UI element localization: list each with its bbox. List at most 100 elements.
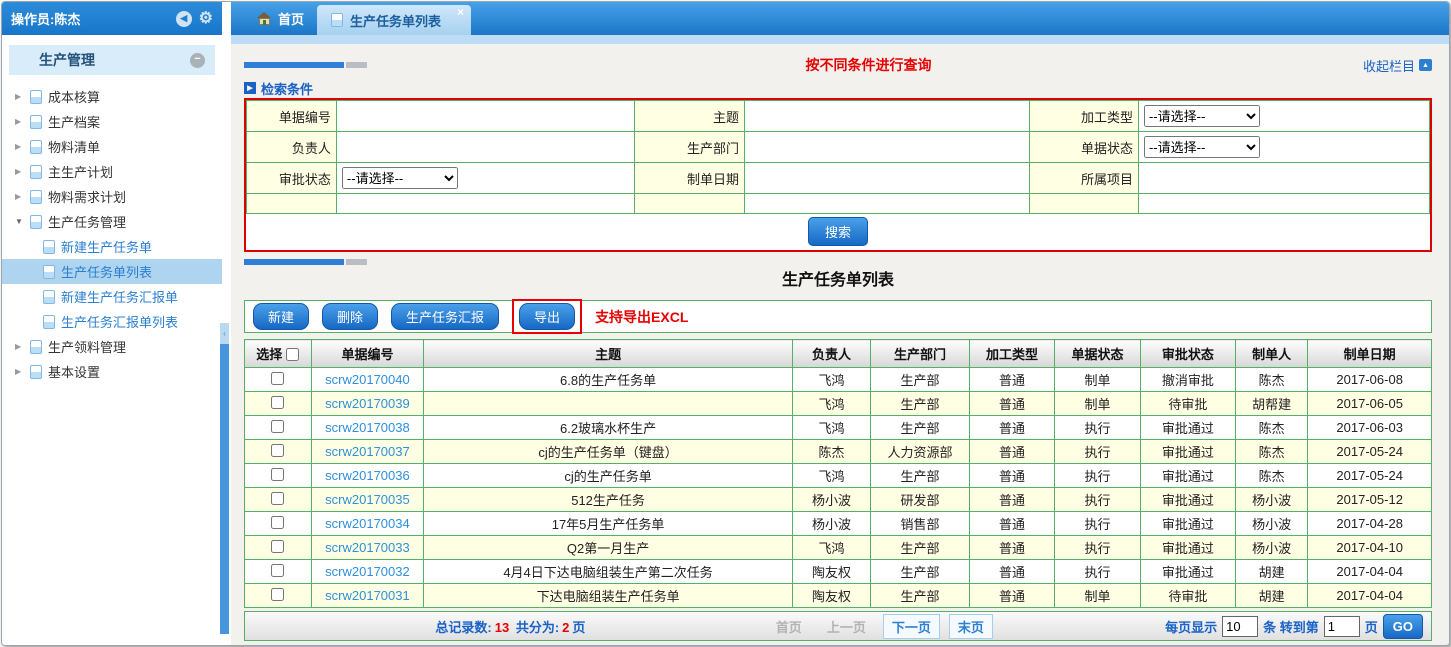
sidebar-item[interactable]: ▶主生产计划 [2,159,222,184]
cell-owner: 杨小波 [792,512,870,536]
sidebar-item[interactable]: ▶生产领料管理 [2,334,222,359]
project-input[interactable] [1142,166,1426,190]
doc-status-select[interactable]: --请选择-- [1144,136,1260,158]
select-all-checkbox[interactable] [286,348,299,361]
search-button[interactable]: 搜索 [808,217,868,246]
cell-date: 2017-06-05 [1308,392,1432,416]
row-checkbox[interactable] [271,372,284,385]
doc-link[interactable]: scrw20170037 [325,444,410,459]
sidebar-section-header[interactable]: 生产管理 − [9,45,215,75]
new-button[interactable]: 新建 [253,303,309,330]
cell-creator: 陈杰 [1235,440,1307,464]
sidebar-subitem[interactable]: 生产任务单列表 [2,259,222,284]
cell-approval: 审批通过 [1140,560,1235,584]
field-label-owner: 负责人 [247,132,337,163]
sidebar-item[interactable]: ▶生产档案 [2,109,222,134]
subject-input[interactable] [748,104,1026,128]
page-nav-link: 上一页 [819,615,874,638]
doc-link[interactable]: scrw20170038 [325,420,410,435]
page-number-input[interactable] [1324,616,1360,637]
collapse-sidebar-icon[interactable]: ◀ [176,11,192,27]
document-icon [30,115,42,129]
doc-link[interactable]: scrw20170031 [325,588,410,603]
process-type-select[interactable]: --请选择-- [1144,105,1260,127]
gear-icon[interactable]: ⚙ [199,11,213,27]
row-checkbox[interactable] [271,444,284,457]
collapse-section-icon[interactable]: − [190,53,205,68]
sidebar-item-label: 基本设置 [48,362,100,381]
sidebar-item[interactable]: ▶基本设置 [2,359,222,384]
select-cell [245,416,312,440]
search-section-header[interactable]: ▶ 检索条件 [244,78,1432,98]
sidebar-item[interactable]: ▶物料需求计划 [2,184,222,209]
row-checkbox[interactable] [271,420,284,433]
sidebar-subitem[interactable]: 新建生产任务单 [2,234,222,259]
cell-dept: 生产部 [871,584,970,608]
doc-link[interactable]: scrw20170036 [325,468,410,483]
per-page-label: 每页显示 [1165,617,1217,636]
cell-status: 制单 [1055,392,1141,416]
sidebar-scroll-notch[interactable]: ‹ [220,323,229,344]
row-checkbox[interactable] [271,516,284,529]
go-button[interactable]: GO [1383,614,1423,639]
doc-link[interactable]: scrw20170035 [325,492,410,507]
document-icon [43,240,55,254]
cell-status: 制单 [1055,584,1141,608]
tab-task-list[interactable]: 生产任务单列表 × [317,5,471,35]
sidebar-item-label: 生产领料管理 [48,337,126,356]
create-date-input[interactable] [748,166,1026,190]
sidebar-item-label: 主生产计划 [48,162,113,181]
doc-link[interactable]: scrw20170034 [325,516,410,531]
doc-no-cell: scrw20170036 [311,464,424,488]
row-checkbox[interactable] [271,588,284,601]
field-label-doc-status: 单据状态 [1030,132,1139,163]
doc-link[interactable]: scrw20170040 [325,372,410,387]
column-header-0: 选择 [245,340,312,368]
sidebar-item[interactable]: ▶物料清单 [2,134,222,159]
cell-status: 执行 [1055,536,1141,560]
search-panel: 单据编号主题加工类型--请选择--负责人生产部门单据状态--请选择--审批状态-… [244,98,1432,252]
row-checkbox[interactable] [271,564,284,577]
cell-subject [424,392,792,416]
approval-status-select[interactable]: --请选择-- [342,167,458,189]
table-row: scrw20170039飞鸿生产部普通制单待审批胡帮建2017-06-05 [245,392,1432,416]
page-nav-link[interactable]: 下一页 [883,614,940,639]
dept-input[interactable] [748,135,1026,159]
collapse-panel-link[interactable]: 收起栏目 ▲ [1363,56,1432,75]
sidebar-scrollbar[interactable]: ‹ [220,323,229,634]
sidebar-item-label: 物料清单 [48,137,100,156]
row-checkbox[interactable] [271,540,284,553]
row-checkbox[interactable] [271,396,284,409]
delete-button[interactable]: 删除 [322,303,378,330]
tab-home[interactable]: 首页 [244,2,317,35]
sidebar-subitem[interactable]: 新建生产任务汇报单 [2,284,222,309]
sidebar-item[interactable]: ▶成本核算 [2,84,222,109]
sidebar-item-label: 生产档案 [48,112,100,131]
doc-link[interactable]: scrw20170032 [325,564,410,579]
doc-link[interactable]: scrw20170033 [325,540,410,555]
row-checkbox[interactable] [271,468,284,481]
content: 按不同条件进行查询 收起栏目 ▲ ▶ 检索条件 单据编号主题加工类型--请选择-… [231,44,1449,645]
cell-approval: 待审批 [1140,584,1235,608]
owner-input[interactable] [340,135,631,159]
doc-link[interactable]: scrw20170039 [325,396,410,411]
sidebar-item[interactable]: ▼生产任务管理 [2,209,222,234]
cell-approval: 审批通过 [1140,416,1235,440]
field-label-project: 所属项目 [1030,163,1139,194]
close-tab-icon[interactable]: × [457,5,464,19]
sidebar-subitem[interactable]: 生产任务汇报单列表 [2,309,222,334]
export-button[interactable]: 导出 [519,303,575,330]
doc-no-input[interactable] [340,104,631,128]
cell-type: 普通 [969,536,1055,560]
cell-approval: 审批通过 [1140,464,1235,488]
cell-status: 执行 [1055,560,1141,584]
sidebar-tree: ▶成本核算▶生产档案▶物料清单▶主生产计划▶物料需求计划▼生产任务管理新建生产任… [2,84,231,384]
record-count: 13 [492,620,512,635]
page-nav-link[interactable]: 末页 [949,614,993,639]
column-header-6: 单据状态 [1055,340,1141,368]
document-icon [331,13,343,27]
task-report-button[interactable]: 生产任务汇报 [391,303,499,330]
row-checkbox[interactable] [271,492,284,505]
page-size-input[interactable] [1222,616,1258,637]
collapse-panel-icon: ▲ [1419,59,1432,71]
